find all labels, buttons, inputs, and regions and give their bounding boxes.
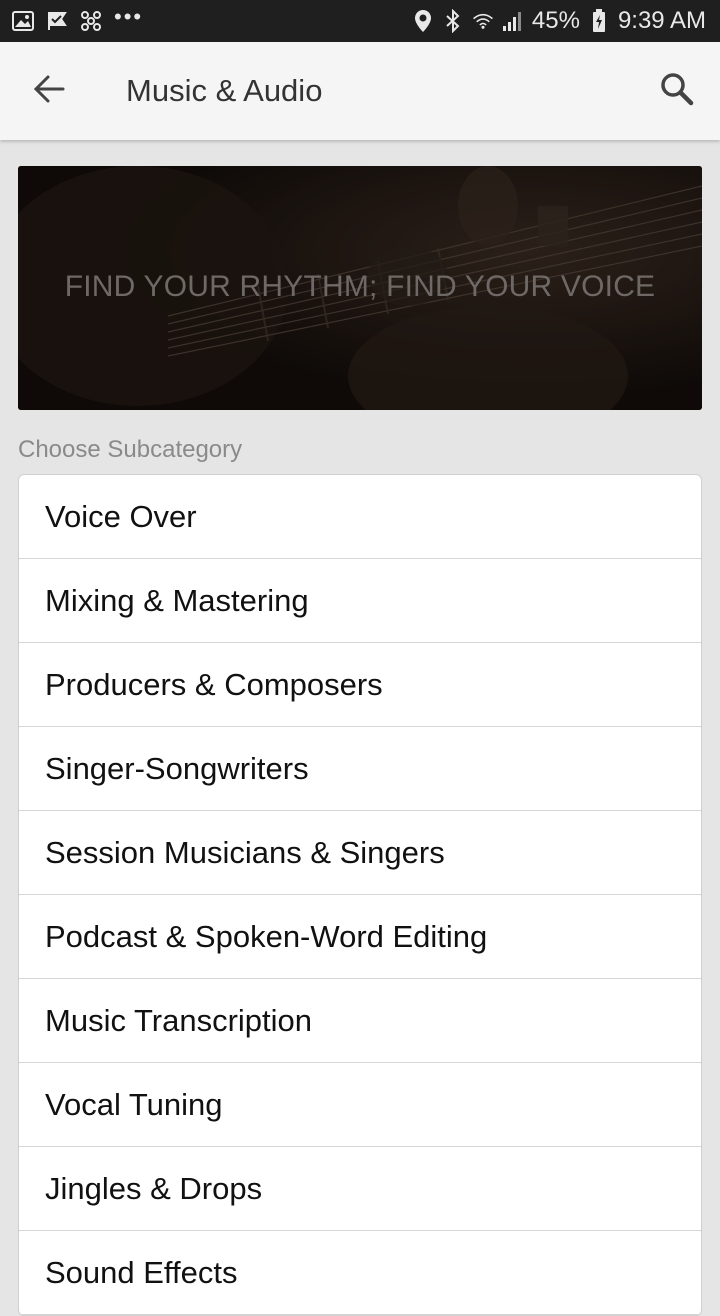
status-bar: ••• 45% 9:39 AM	[0, 0, 720, 42]
back-button[interactable]	[28, 70, 70, 112]
list-item[interactable]: Voice Over	[19, 475, 701, 559]
bluetooth-icon	[442, 9, 464, 33]
more-notifications-dots: •••	[114, 4, 144, 29]
list-item[interactable]: Podcast & Spoken-Word Editing	[19, 895, 701, 979]
status-bar-notifications: •••	[0, 4, 143, 32]
search-button[interactable]	[656, 70, 698, 112]
category-banner: FIND YOUR RHYTHM; FIND YOUR VOICE	[18, 166, 702, 410]
list-item[interactable]: Producers & Composers	[19, 643, 701, 727]
list-item[interactable]: Singer-Songwriters	[19, 727, 701, 811]
subcategory-list: Voice Over Mixing & Mastering Producers …	[18, 474, 702, 1316]
signal-icon	[502, 10, 524, 32]
app-bar: Music & Audio	[0, 42, 720, 140]
banner-tagline: FIND YOUR RHYTHM; FIND YOUR VOICE	[64, 270, 656, 303]
battery-icon	[588, 9, 610, 32]
battery-percent: 45%	[531, 7, 580, 34]
location-icon	[412, 10, 434, 32]
search-icon	[660, 72, 694, 111]
list-item[interactable]: Mixing & Mastering	[19, 559, 701, 643]
list-item[interactable]: Session Musicians & Singers	[19, 811, 701, 895]
image-icon	[12, 10, 34, 32]
list-item[interactable]: Jingles & Drops	[19, 1147, 701, 1231]
page-title: Music & Audio	[126, 73, 323, 108]
status-bar-system: 45% 9:39 AM	[412, 7, 720, 35]
list-item[interactable]: Sound Effects	[19, 1231, 701, 1315]
list-item[interactable]: Vocal Tuning	[19, 1063, 701, 1147]
subcategory-heading: Choose Subcategory	[18, 436, 243, 463]
wifi-icon	[472, 10, 494, 32]
fan-icon	[80, 10, 102, 32]
clock: 9:39 AM	[617, 7, 706, 34]
list-item[interactable]: Music Transcription	[19, 979, 701, 1063]
arrow-left-icon	[33, 74, 65, 109]
flag-icon	[46, 10, 68, 32]
